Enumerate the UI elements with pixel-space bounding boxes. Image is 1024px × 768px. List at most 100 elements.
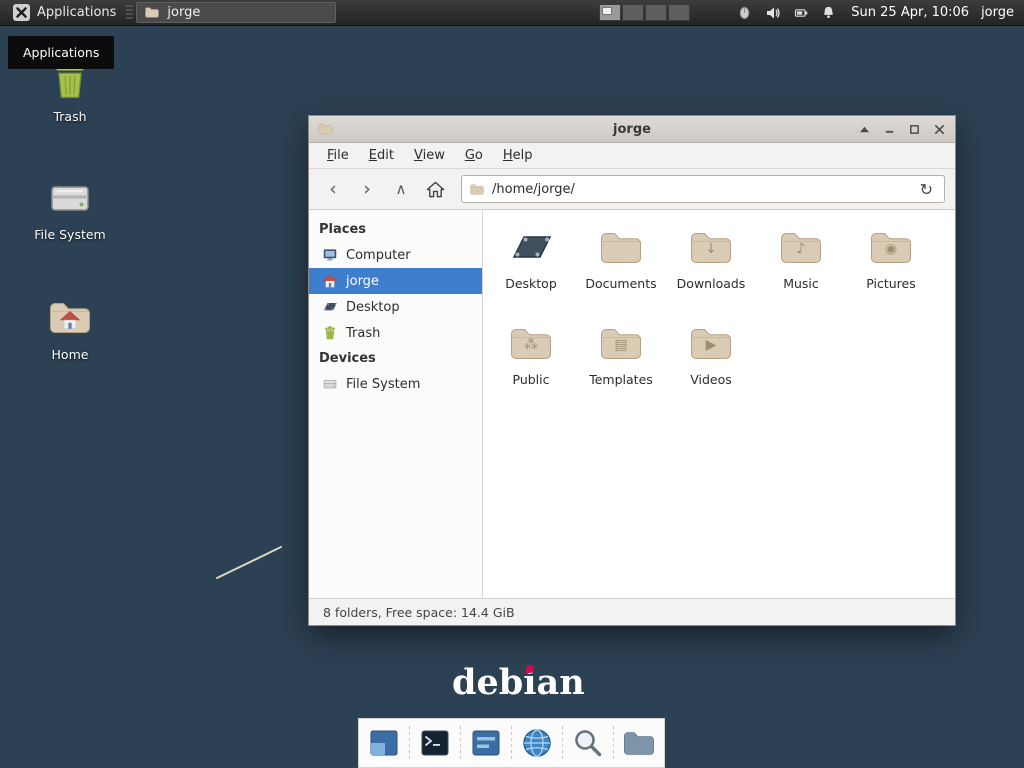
folder-emblem: ▶ — [687, 337, 735, 353]
folder-label: Music — [783, 276, 819, 291]
window-body: Places Computer jorge — [309, 210, 955, 598]
shade-button[interactable] — [856, 121, 872, 137]
dock-separator — [460, 726, 461, 760]
menu-file[interactable]: File — [317, 145, 359, 166]
dock-item-search[interactable] — [569, 723, 607, 763]
folder-icon: ♪ — [777, 224, 825, 272]
volume-icon[interactable] — [764, 4, 781, 21]
folder-label: Videos — [690, 372, 732, 387]
minimize-button[interactable] — [881, 121, 897, 137]
workspace-1[interactable] — [599, 4, 621, 21]
folder-label: Desktop — [505, 276, 557, 291]
sidebar-item-desktop[interactable]: Desktop — [309, 294, 482, 320]
dock-item-browser[interactable] — [518, 723, 556, 763]
taskbar-item-label: jorge — [167, 5, 200, 20]
home-button[interactable] — [421, 175, 449, 203]
desktop-icon-file-system[interactable]: File System — [22, 174, 118, 242]
folder-item-documents[interactable]: Documents — [576, 224, 666, 320]
user-actions-label[interactable]: jorge — [981, 5, 1014, 20]
folder-emblem: ⁂ — [507, 337, 555, 353]
desktop-icon-label: Home — [52, 347, 89, 362]
menu-help[interactable]: Help — [493, 145, 543, 166]
workspace-window-thumb — [602, 7, 612, 15]
dock-item-folder[interactable] — [620, 723, 658, 763]
sidebar-item-trash[interactable]: Trash — [309, 320, 482, 346]
drive-icon — [46, 174, 94, 222]
dock — [358, 718, 665, 768]
folder-item-music[interactable]: ♪ Music — [756, 224, 846, 320]
up-button[interactable]: ∧ — [387, 175, 415, 203]
folder-item-pictures[interactable]: ◉ Pictures — [846, 224, 936, 320]
folder-label: Pictures — [866, 276, 916, 291]
file-manager-window: jorge File Edit View Go Help — [308, 115, 956, 626]
panel-separator-handle[interactable] — [126, 5, 133, 21]
toolbar: ‹ › ∧ /home/jorge/ ↻ — [309, 169, 955, 210]
clock[interactable]: Sun 25 Apr, 10:06 — [851, 5, 969, 20]
window-icon — [367, 726, 401, 760]
folder-item-public[interactable]: ⁂ Public — [486, 320, 576, 416]
menu-go[interactable]: Go — [455, 145, 493, 166]
workspace-2[interactable] — [622, 4, 644, 21]
folder-emblem: ♪ — [777, 241, 825, 257]
desktop: Applications jorge — [0, 0, 1024, 768]
dock-separator — [613, 726, 614, 760]
folder-emblem: ▤ — [597, 337, 645, 353]
window-titlebar[interactable]: jorge — [309, 116, 955, 143]
folder-item-desktop[interactable]: Desktop — [486, 224, 576, 320]
dock-item-window[interactable] — [365, 723, 403, 763]
menu-edit[interactable]: Edit — [359, 145, 404, 166]
folder-icon: ⁂ — [507, 320, 555, 368]
home-folder-icon — [46, 294, 94, 342]
folder-item-videos[interactable]: ▶ Videos — [666, 320, 756, 416]
notification-bell-icon[interactable] — [820, 4, 837, 21]
dock-item-terminal[interactable] — [416, 723, 454, 763]
path-folder-icon — [469, 183, 485, 196]
sidebar-header-devices: Devices — [309, 346, 482, 371]
desktop-special-icon — [507, 224, 555, 272]
applications-menu-button[interactable]: Applications — [6, 0, 123, 25]
workspace-4[interactable] — [668, 4, 690, 21]
forward-button[interactable]: › — [353, 175, 381, 203]
folder-icon — [621, 729, 657, 758]
desktop-artifact-line — [205, 538, 295, 586]
debian-logo: debian — [452, 662, 585, 703]
statusbar: 8 folders, Free space: 14.4 GiB — [309, 598, 955, 625]
close-button[interactable] — [931, 121, 947, 137]
sidebar-item-file-system[interactable]: File System — [309, 371, 482, 397]
desktop-icon-home[interactable]: Home — [22, 294, 118, 362]
back-button[interactable]: ‹ — [319, 175, 347, 203]
mouse-icon[interactable] — [736, 4, 753, 21]
folder-icon — [144, 6, 160, 19]
debian-logo-i: i — [523, 662, 536, 703]
menu-view[interactable]: View — [404, 145, 455, 166]
maximize-button[interactable] — [906, 121, 922, 137]
sidebar-item-jorge[interactable]: jorge — [309, 268, 482, 294]
folder-emblem: ↓ — [687, 241, 735, 257]
sidebar-item-label: jorge — [346, 274, 379, 289]
folder-item-templates[interactable]: ▤ Templates — [576, 320, 666, 416]
system-tray — [736, 4, 837, 21]
drive-icon — [322, 376, 338, 392]
statusbar-text: 8 folders, Free space: 14.4 GiB — [323, 605, 515, 620]
path-bar[interactable]: /home/jorge/ ↻ — [461, 175, 945, 203]
folder-icon: ◉ — [867, 224, 915, 272]
taskbar-item-jorge[interactable]: jorge — [136, 2, 336, 23]
window-icon — [317, 122, 334, 136]
workspace-3[interactable] — [645, 4, 667, 21]
sidebar-item-computer[interactable]: Computer — [309, 242, 482, 268]
workspace-pager[interactable] — [599, 4, 690, 21]
sidebar: Places Computer jorge — [309, 210, 483, 598]
folder-view[interactable]: Desktop Documents ↓ Downloads — [483, 210, 955, 598]
reload-button[interactable]: ↻ — [916, 180, 937, 199]
sidebar-item-label: Computer — [346, 248, 411, 263]
sidebar-item-label: File System — [346, 377, 420, 392]
path-text[interactable]: /home/jorge/ — [492, 182, 909, 197]
folder-icon: ▤ — [597, 320, 645, 368]
computer-icon — [322, 247, 338, 263]
folder-icon: ↓ — [687, 224, 735, 272]
folder-item-downloads[interactable]: ↓ Downloads — [666, 224, 756, 320]
dock-separator — [562, 726, 563, 760]
battery-icon[interactable] — [792, 4, 809, 21]
folder-icon — [597, 224, 645, 272]
dock-item-panel[interactable] — [467, 723, 505, 763]
